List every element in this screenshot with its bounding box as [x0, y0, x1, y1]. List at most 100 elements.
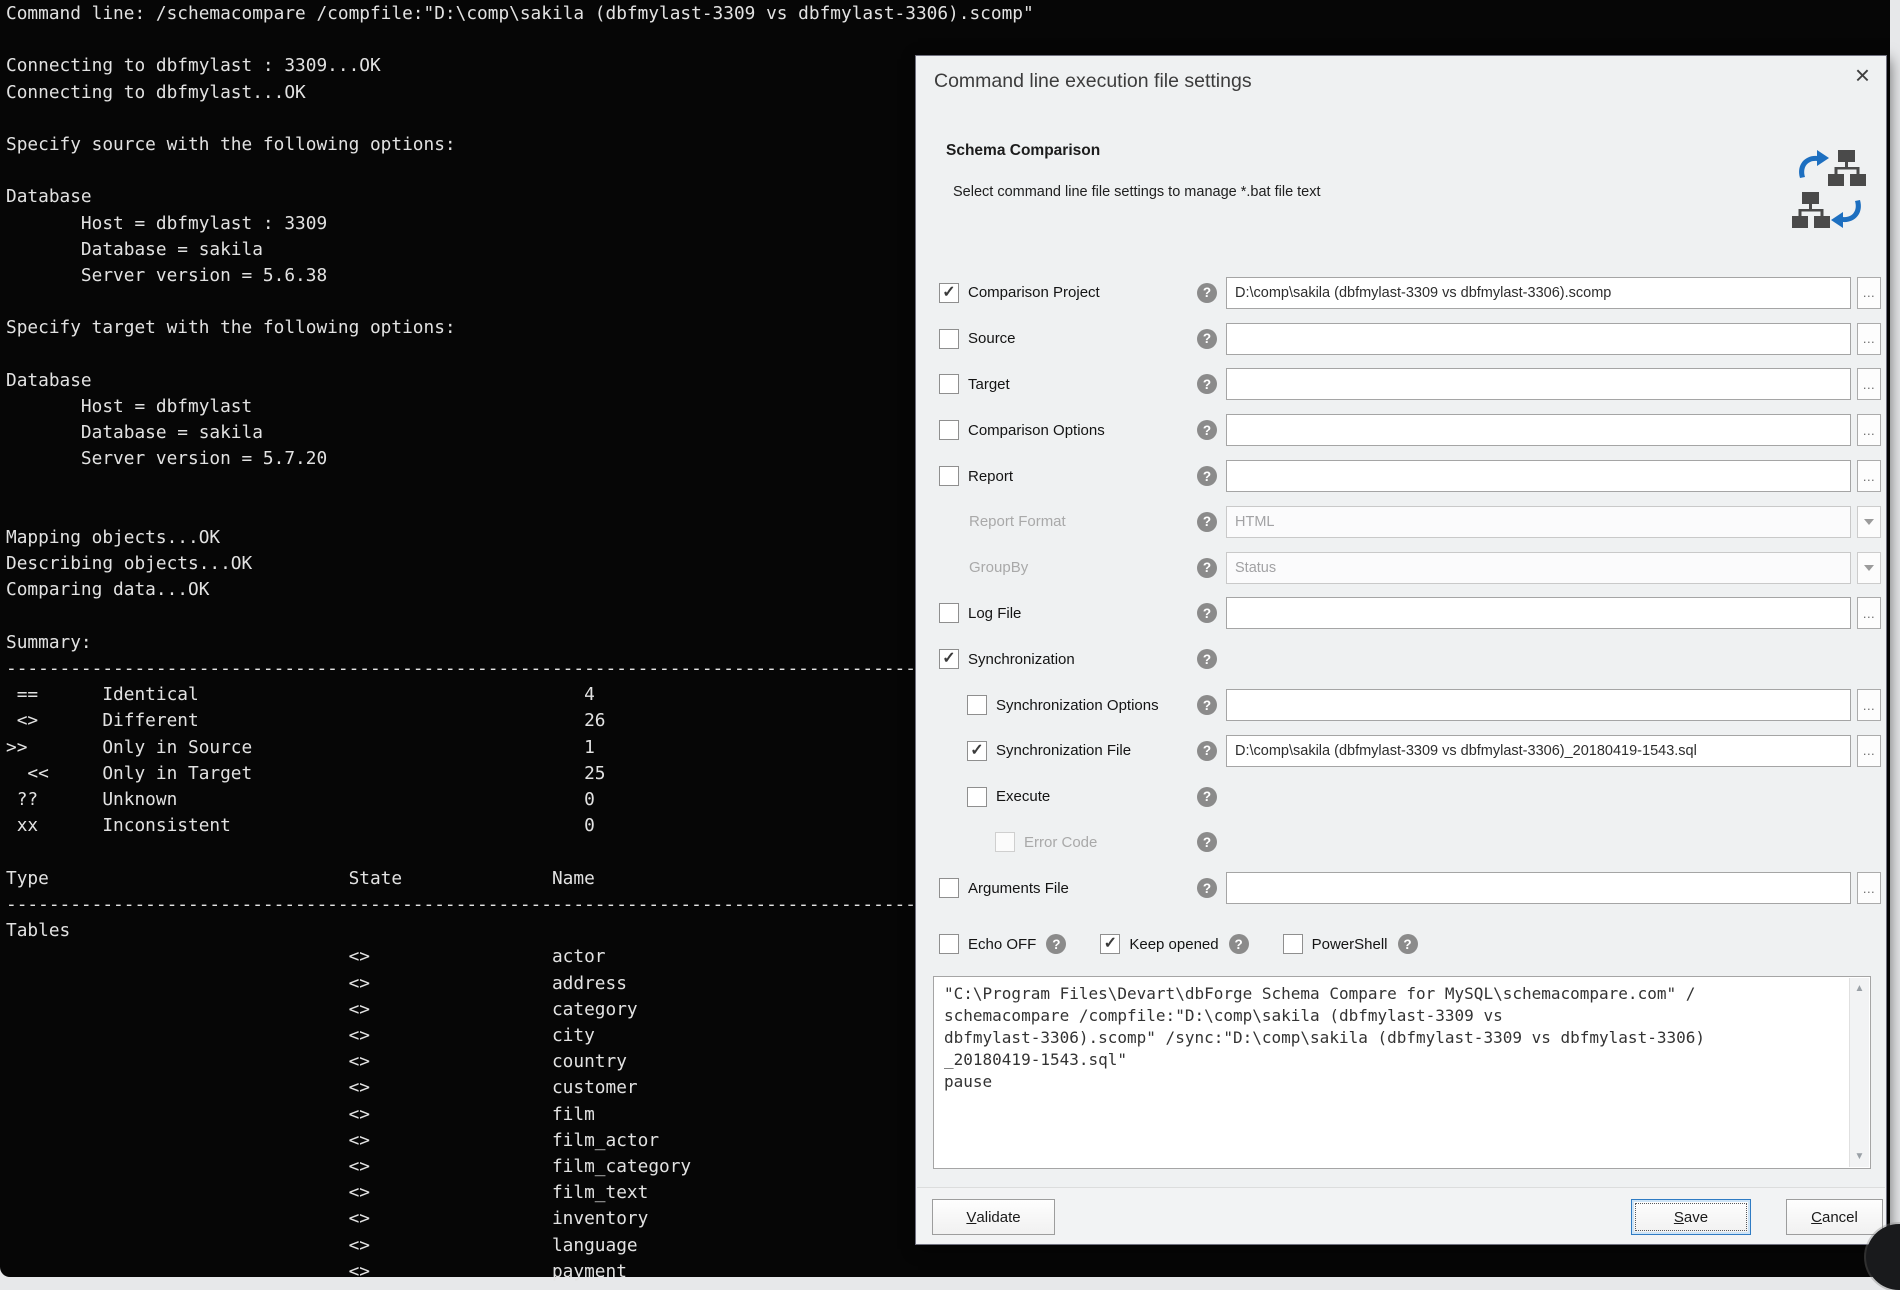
report-checkbox[interactable] — [939, 466, 959, 486]
help-icon[interactable]: ? — [1197, 329, 1217, 349]
scroll-down-icon[interactable]: ▼ — [1850, 1151, 1869, 1162]
help-icon[interactable]: ? — [1197, 420, 1217, 440]
comparison-options-label: Comparison Options — [968, 422, 1105, 439]
error-code-label: Error Code — [1024, 834, 1097, 851]
log-file-label: Log File — [968, 605, 1021, 622]
comparison-project-label: Comparison Project — [968, 284, 1100, 301]
help-icon[interactable]: ? — [1197, 283, 1217, 303]
section-title: Schema Comparison — [946, 142, 1100, 160]
synchronization-options-input[interactable] — [1226, 689, 1851, 721]
setting-row-target: Target?... — [916, 362, 1886, 408]
help-icon[interactable]: ? — [1197, 558, 1217, 578]
help-icon[interactable]: ? — [1197, 878, 1217, 898]
log-file-checkbox[interactable] — [939, 603, 959, 623]
report-label: Report — [968, 468, 1013, 485]
cancel-button[interactable]: Cancel — [1786, 1199, 1883, 1235]
option-powershell: PowerShell? — [1283, 934, 1418, 954]
batch-script-text[interactable]: "C:\Program Files\Devart\dbForge Schema … — [934, 977, 1870, 1093]
synchronization-file-checkbox[interactable]: ✓ — [967, 741, 987, 761]
batch-script-box: "C:\Program Files\Devart\dbForge Schema … — [933, 976, 1871, 1169]
setting-row-comparison-options: Comparison Options?... — [916, 407, 1886, 453]
setting-row-groupby: GroupBy? Status — [916, 545, 1886, 591]
arguments-file-input[interactable] — [1226, 872, 1851, 904]
help-icon[interactable]: ? — [1197, 374, 1217, 394]
source-input[interactable] — [1226, 323, 1851, 355]
target-checkbox[interactable] — [939, 374, 959, 394]
validate-button[interactable]: Validate — [932, 1199, 1055, 1235]
settings-rows: ✓ Comparison Project? D:\comp\sakila (dbfm… — [916, 270, 1886, 911]
setting-row-comparison-project: ✓ Comparison Project? D:\comp\sakila (dbfm… — [916, 270, 1886, 316]
help-icon[interactable]: ? — [1197, 466, 1217, 486]
command-line-settings-dialog: Command line execution file settings × S… — [915, 55, 1887, 1245]
setting-row-log-file: Log File?... — [916, 591, 1886, 637]
setting-row-synchronization-options: Synchronization Options?... — [916, 682, 1886, 728]
browse-button[interactable]: ... — [1857, 460, 1881, 492]
help-icon[interactable]: ? — [1197, 695, 1217, 715]
setting-row-synchronization-file: ✓ Synchronization File? D:\comp\sakila (db… — [916, 728, 1886, 774]
option-echo-off: Echo OFF? — [939, 934, 1066, 954]
setting-row-error-code: Error Code? — [916, 820, 1886, 866]
target-label: Target — [968, 376, 1010, 393]
arguments-file-label: Arguments File — [968, 880, 1069, 897]
browse-button[interactable]: ... — [1857, 368, 1881, 400]
synchronization-label: Synchronization — [968, 651, 1075, 668]
help-icon[interactable]: ? — [1229, 934, 1249, 954]
keep-opened-checkbox[interactable]: ✓ — [1100, 934, 1120, 954]
synchronization-checkbox[interactable]: ✓ — [939, 649, 959, 669]
help-icon[interactable]: ? — [1398, 934, 1418, 954]
groupby-label: GroupBy — [969, 559, 1028, 576]
browse-button[interactable]: ... — [1857, 735, 1881, 767]
setting-row-synchronization: ✓ Synchronization? — [916, 636, 1886, 682]
execute-checkbox[interactable] — [967, 787, 987, 807]
browse-button[interactable]: ... — [1857, 689, 1881, 721]
echo-off-checkbox[interactable] — [939, 934, 959, 954]
arguments-file-checkbox[interactable] — [939, 878, 959, 898]
comparison-project-checkbox[interactable]: ✓ — [939, 283, 959, 303]
report-format-label: Report Format — [969, 513, 1066, 530]
report-input[interactable] — [1226, 460, 1851, 492]
powershell-label: PowerShell — [1312, 936, 1388, 953]
source-label: Source — [968, 330, 1016, 347]
echo-off-label: Echo OFF — [968, 936, 1036, 953]
report-format-select: HTML — [1226, 506, 1851, 538]
synchronization-file-input[interactable]: D:\comp\sakila (dbfmylast-3309 vs dbfmyl… — [1226, 735, 1851, 767]
synchronization-options-checkbox[interactable] — [967, 695, 987, 715]
synchronization-options-label: Synchronization Options — [996, 697, 1159, 714]
scroll-up-icon[interactable]: ▲ — [1850, 983, 1869, 994]
comparison-project-input[interactable]: D:\comp\sakila (dbfmylast-3309 vs dbfmyl… — [1226, 277, 1851, 309]
help-icon[interactable]: ? — [1197, 741, 1217, 761]
comparison-options-checkbox[interactable] — [939, 420, 959, 440]
browse-button[interactable]: ... — [1857, 277, 1881, 309]
setting-row-execute: Execute? — [916, 774, 1886, 820]
error-code-checkbox — [995, 832, 1015, 852]
help-icon[interactable]: ? — [1197, 787, 1217, 807]
help-icon[interactable]: ? — [1197, 512, 1217, 532]
setting-row-arguments-file: Arguments File?... — [916, 865, 1886, 911]
setting-row-report-format: Report Format? HTML — [916, 499, 1886, 545]
dropdown-arrow-icon — [1857, 552, 1881, 584]
comparison-options-input[interactable] — [1226, 414, 1851, 446]
groupby-select: Status — [1226, 552, 1851, 584]
help-icon[interactable]: ? — [1197, 832, 1217, 852]
help-icon[interactable]: ? — [1197, 603, 1217, 623]
dialog-title: Command line execution file settings — [934, 70, 1252, 93]
powershell-checkbox[interactable] — [1283, 934, 1303, 954]
schema-comparison-icon — [1790, 148, 1870, 235]
help-icon[interactable]: ? — [1046, 934, 1066, 954]
dropdown-arrow-icon — [1857, 506, 1881, 538]
option-keep-opened: ✓ Keep opened? — [1100, 934, 1248, 954]
setting-row-source: Source?... — [916, 316, 1886, 362]
synchronization-file-label: Synchronization File — [996, 742, 1131, 759]
batch-scrollbar[interactable]: ▲ ▼ — [1849, 978, 1869, 1167]
close-icon[interactable]: × — [1855, 62, 1870, 88]
target-input[interactable] — [1226, 368, 1851, 400]
browse-button[interactable]: ... — [1857, 597, 1881, 629]
keep-opened-label: Keep opened — [1129, 936, 1218, 953]
browse-button[interactable]: ... — [1857, 323, 1881, 355]
help-icon[interactable]: ? — [1197, 649, 1217, 669]
browse-button[interactable]: ... — [1857, 872, 1881, 904]
log-file-input[interactable] — [1226, 597, 1851, 629]
source-checkbox[interactable] — [939, 329, 959, 349]
browse-button[interactable]: ... — [1857, 414, 1881, 446]
save-button[interactable]: Save — [1631, 1199, 1751, 1235]
